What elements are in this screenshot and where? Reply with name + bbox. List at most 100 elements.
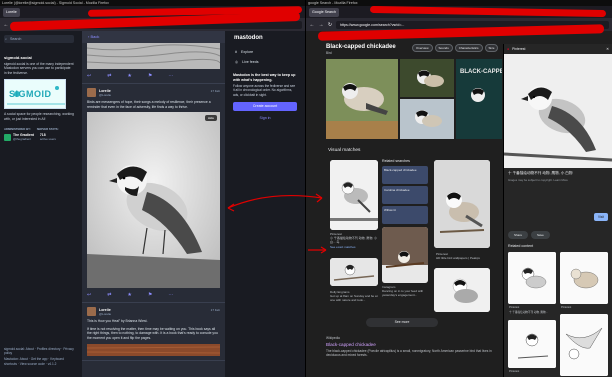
sign-in-button[interactable]: Sign in bbox=[233, 114, 297, 123]
nav-explore[interactable]: # Explore bbox=[229, 47, 301, 57]
related-search-chip[interactable]: Willow tit bbox=[382, 206, 428, 224]
avatar[interactable] bbox=[87, 88, 96, 97]
chip-overview[interactable]: Overview bbox=[412, 44, 433, 52]
back-arrow-icon[interactable]: ← bbox=[3, 22, 9, 28]
status-post[interactable]: Lorelie @Lorelie 17 Feb Birds are messen… bbox=[82, 84, 225, 304]
post-timestamp[interactable]: 17 Feb bbox=[211, 308, 220, 312]
chickadee-closeup-image bbox=[434, 268, 490, 312]
svg-text:BLACK-CAPPED: BLACK-CAPPED bbox=[460, 69, 502, 75]
share-button[interactable]: Share bbox=[508, 231, 529, 239]
server-about: A social space for people researching, w… bbox=[4, 112, 74, 121]
preview-chickadee-image[interactable] bbox=[504, 54, 612, 168]
visual-match-card[interactable] bbox=[382, 227, 428, 283]
match-caption[interactable]: 小 千番描绘动物不刊 动物, 鹰物, 小 白... 鸟 bbox=[330, 236, 380, 244]
more-icon[interactable]: ⋯ bbox=[168, 73, 173, 79]
desktop-screen: Lorelie (@lorelie@sigmoid.social) - Sigm… bbox=[0, 0, 612, 377]
search-placeholder: Search bbox=[10, 37, 22, 41]
mastodon-logo[interactable]: mastodon bbox=[229, 31, 301, 41]
thumb-caption[interactable]: 十 千番描绘动物不刊 动物, 鹰物... bbox=[509, 310, 557, 314]
footer-links[interactable]: sigmoid.social: About · Profiles directo… bbox=[4, 347, 74, 366]
chickadee-photo[interactable]: Hide bbox=[87, 112, 220, 289]
post-image-cropped[interactable] bbox=[87, 343, 220, 356]
active-users-stat: 718 active users bbox=[40, 133, 56, 141]
post-timestamp[interactable]: 17 Feb bbox=[211, 89, 220, 93]
related-search-chip[interactable]: Carolina chickadee bbox=[382, 186, 428, 204]
bookmark-icon[interactable]: ⚑ bbox=[148, 73, 152, 79]
post-text: Birds are messengers of hope, their song… bbox=[87, 100, 211, 109]
preview-source[interactable]: Pinterest bbox=[512, 47, 525, 51]
mastodon-logo-text: mastodon bbox=[234, 35, 263, 41]
search-input[interactable]: ⌕ Search bbox=[4, 35, 74, 43]
avatar[interactable] bbox=[87, 307, 96, 317]
chip-sounds[interactable]: Sounds bbox=[434, 44, 453, 52]
pinterest-icon: ● bbox=[507, 47, 510, 51]
mastodon-footer-links[interactable]: Mastodon: About · Get the app · Keyboard… bbox=[4, 357, 74, 365]
see-exact-matches-link[interactable]: See exact matches bbox=[330, 245, 356, 249]
forward-arrow-icon[interactable]: → bbox=[318, 22, 324, 28]
admin-avatar bbox=[4, 133, 11, 141]
save-button[interactable]: Save bbox=[531, 231, 550, 239]
admin-labels: ADMINISTERED BY: SERVER STATS: bbox=[4, 127, 74, 131]
related-thumbnail[interactable] bbox=[508, 320, 556, 368]
boost-icon[interactable]: ⇄ bbox=[107, 73, 111, 79]
wood-texture-image bbox=[87, 43, 220, 69]
post-image-cropped[interactable] bbox=[87, 43, 220, 69]
server-footer-links[interactable]: sigmoid.social: About · Profiles directo… bbox=[4, 347, 74, 355]
wiki-title-link[interactable]: Black-capped chickadee bbox=[326, 342, 494, 347]
favourite-icon[interactable]: ★ bbox=[127, 73, 131, 79]
back-button[interactable]: ‹ Back bbox=[82, 31, 225, 43]
admin-handle: @thegradient bbox=[13, 137, 32, 142]
match-caption[interactable]: HD little bird wallpapers | Peakpx bbox=[436, 256, 492, 260]
match-caption[interactable]: Got up at 8am on Sunday and be at one wi… bbox=[330, 294, 380, 302]
nav-live-feeds[interactable]: ◎ Live feeds bbox=[229, 57, 301, 67]
related-searches-heading: Related searches bbox=[382, 159, 410, 163]
chip-characteristics[interactable]: Characteristics bbox=[454, 44, 483, 52]
more-icon[interactable]: ⋯ bbox=[168, 292, 173, 298]
profile-feed: ‹ Back ↩ ⇄ ★ ⚑ ⋯ Lorelie @Lorelie 17 Feb… bbox=[82, 31, 225, 377]
boost-icon[interactable]: ⇄ bbox=[107, 292, 111, 298]
thumb-source: Pinterest bbox=[509, 370, 520, 373]
visit-button[interactable]: Visit bbox=[594, 213, 608, 221]
create-account-button[interactable]: Create account bbox=[233, 102, 297, 112]
preview-title[interactable]: 十 千番描绘动物不刊 动物, 鹰物, 小 白物 bbox=[508, 171, 608, 176]
back-arrow-icon[interactable]: ← bbox=[309, 22, 315, 28]
favourite-icon[interactable]: ★ bbox=[127, 292, 131, 298]
post-author[interactable]: Lorelie @Lorelie bbox=[87, 307, 220, 317]
related-search-chip[interactable]: Black-capped chickadee bbox=[382, 166, 428, 184]
browser-tab[interactable]: Lorelie bbox=[3, 7, 20, 17]
see-more-button[interactable]: See more bbox=[366, 318, 438, 327]
hide-media-button[interactable]: Hide bbox=[204, 115, 217, 122]
related-thumbnail[interactable] bbox=[560, 314, 608, 376]
reload-icon[interactable]: ↻ bbox=[327, 22, 333, 28]
browser-tab[interactable]: Google Search bbox=[309, 7, 339, 17]
visual-match-card[interactable] bbox=[330, 258, 378, 286]
thumb-source: Pinterest bbox=[561, 306, 572, 309]
admin-account[interactable]: The Gradient @thegradient bbox=[4, 133, 34, 141]
match-caption[interactable]: Dancing on in to your feed with yesterda… bbox=[382, 289, 430, 297]
related-thumbnail[interactable] bbox=[560, 252, 608, 304]
reply-icon[interactable]: ↩ bbox=[87, 73, 91, 79]
post-text-continued: If time is not resolving the matter, the… bbox=[87, 326, 218, 340]
visual-match-card[interactable] bbox=[434, 268, 490, 312]
related-thumbnail[interactable] bbox=[508, 252, 556, 304]
kp-photos[interactable]: BLACK-CAPPED bbox=[326, 59, 509, 139]
wiki-source[interactable]: Wikipedia bbox=[326, 336, 494, 340]
bookmark-icon[interactable]: ⚑ bbox=[148, 292, 152, 298]
globe-icon: ◎ bbox=[235, 60, 239, 64]
close-icon[interactable]: ✕ bbox=[606, 47, 609, 51]
reply-icon[interactable]: ↩ bbox=[87, 292, 91, 298]
admin-values: The Gradient @thegradient 718 active use… bbox=[4, 133, 74, 141]
active-users-label: active users bbox=[39, 137, 56, 142]
search-icon: ⌕ bbox=[5, 37, 8, 41]
nav-explore-label: Explore bbox=[241, 50, 254, 54]
status-post[interactable]: Lorelie @Lorelie 17 Feb This is How you … bbox=[82, 303, 225, 361]
server-stats-label: SERVER STATS: bbox=[36, 127, 59, 132]
back-label: Back bbox=[90, 34, 100, 39]
wiki-snippet: The black-capped chickadee (Poecile atri… bbox=[326, 349, 492, 358]
visual-match-card[interactable] bbox=[434, 160, 490, 248]
preview-actions: Share Save bbox=[508, 231, 550, 239]
visual-match-card[interactable] bbox=[330, 160, 378, 230]
post-author[interactable]: Lorelie @Lorelie bbox=[87, 88, 220, 97]
server-description: sigmoid.social is one of the many indepe… bbox=[4, 62, 74, 75]
chip-size[interactable]: Size bbox=[484, 44, 499, 52]
